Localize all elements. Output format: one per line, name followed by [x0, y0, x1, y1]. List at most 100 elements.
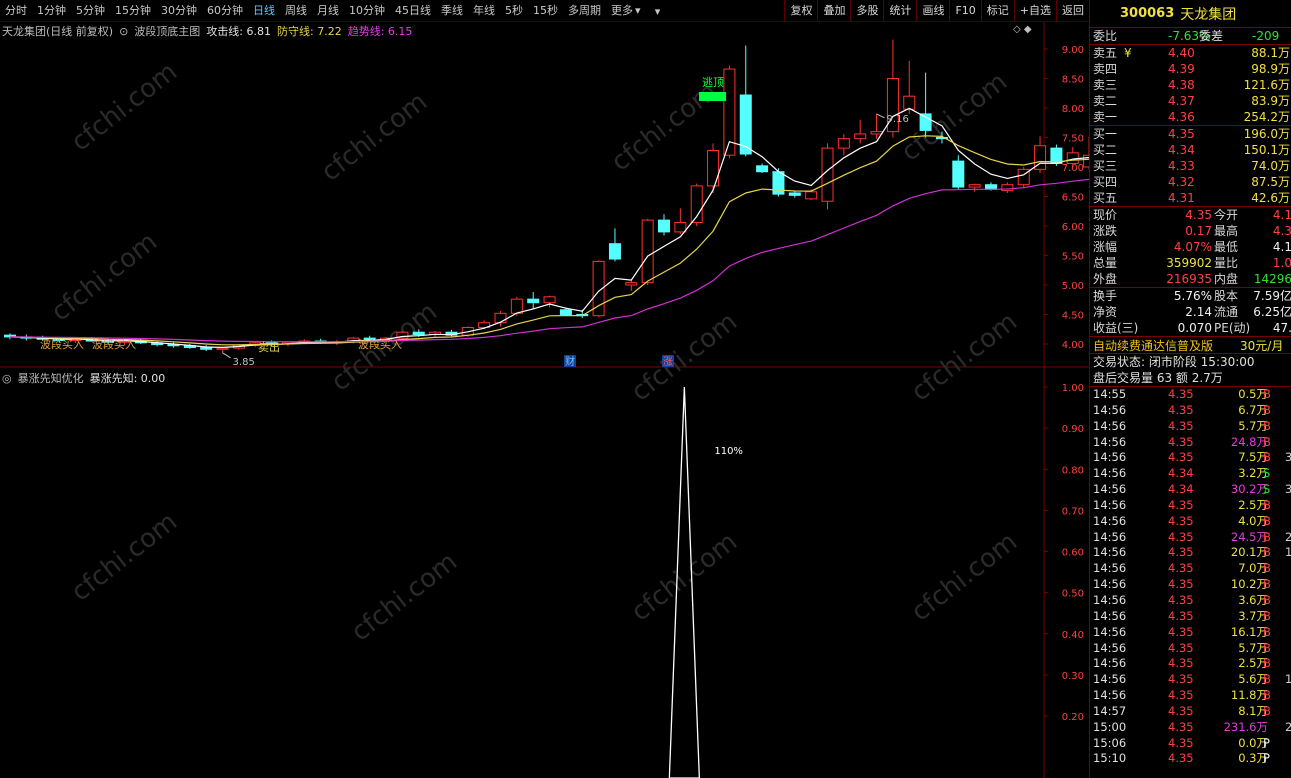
ask-row[interactable]: 卖一 4.36 254.2万 — [1090, 109, 1291, 125]
period-tab-12[interactable]: 年线 — [468, 0, 500, 22]
tick-side: B — [1263, 545, 1271, 560]
stat-row: 涨跌 0.17 最高 4.3 — [1090, 223, 1291, 239]
period-tab-4[interactable]: 30分钟 — [156, 0, 202, 22]
sub-y-tick-label: 0.50 — [1062, 589, 1084, 600]
stat-value: 359902 — [1166, 256, 1212, 270]
period-tab-3[interactable]: 15分钟 — [110, 0, 156, 22]
tick-time: 14:56 — [1093, 592, 1127, 607]
collapse-icon[interactable]: ▾ — [650, 5, 666, 18]
ask-row[interactable]: 卖五 ¥4.40 88.1万 — [1090, 45, 1291, 61]
tick-volume: 2.5万 — [1238, 497, 1268, 512]
stat-value: 5.76% — [1173, 289, 1212, 303]
tick-price: 4.35 — [1168, 640, 1194, 655]
period-tab-2[interactable]: 5分钟 — [71, 0, 110, 22]
toolbar-action-0[interactable]: 复权 — [784, 0, 817, 22]
kline-chart-canvas[interactable]: 9.008.508.007.507.006.506.005.505.004.50… — [0, 22, 1089, 778]
tick-time: 14:56 — [1093, 688, 1127, 703]
tick-side: S — [1263, 482, 1271, 497]
tick-volume: 8.1万 — [1238, 703, 1268, 718]
tick-row: 14:56 4.35 6.7万 B — [1090, 403, 1291, 419]
ask-row[interactable]: 卖四 4.39 98.9万 — [1090, 61, 1291, 77]
ask-price: 4.39 — [1168, 62, 1195, 76]
y-tick-label: 9.00 — [1062, 45, 1084, 56]
ask-row[interactable]: 卖三 4.38 121.6万 — [1090, 77, 1291, 93]
candle-body-up — [854, 133, 867, 140]
ad-text: 自动续费通达信普及版 — [1093, 339, 1214, 353]
ask-row[interactable]: 卖二 4.37 83.9万 — [1090, 93, 1291, 109]
toolbar-action-3[interactable]: 统计 — [883, 0, 916, 22]
toolbar-action-2[interactable]: 多股 — [850, 0, 883, 22]
period-tab-1[interactable]: 1分钟 — [32, 0, 71, 22]
tick-volume: 16.1万 — [1230, 624, 1268, 639]
period-tab-6[interactable]: 日线 — [248, 0, 280, 22]
toolbar-action-1[interactable]: 叠加 — [817, 0, 850, 22]
quote-stats-2: 换手 5.76% 股本 7.59亿 净资 2.14 流通 6.25亿 收益(三) 0.070 PE(… — [1090, 287, 1291, 336]
tick-volume: 7.0万 — [1238, 561, 1268, 576]
tick-price: 4.35 — [1168, 592, 1194, 607]
ask-label: 卖一 — [1093, 110, 1118, 124]
period-tab-11[interactable]: 季线 — [436, 0, 468, 22]
ask-volume: 121.6万 — [1243, 78, 1290, 92]
tick-volume: 3.2万 — [1238, 466, 1268, 481]
period-tab-16[interactable]: 更多 ▾ — [606, 0, 646, 22]
tick-time: 14:56 — [1093, 418, 1127, 433]
stock-code: 300063 — [1120, 6, 1175, 21]
period-tab-10[interactable]: 45日线 — [390, 0, 436, 22]
bid-row[interactable]: 买一 4.35 196.0万 — [1090, 126, 1291, 142]
tick-price: 4.35 — [1168, 672, 1194, 687]
stat-label: PE(动) — [1214, 321, 1251, 335]
tick-side: B — [1263, 640, 1271, 655]
tick-time: 14:56 — [1093, 561, 1127, 576]
bid-label: 买四 — [1093, 175, 1118, 189]
ask-label: 卖三 — [1093, 78, 1118, 92]
tick-row: 14:56 4.34 30.2万S3 — [1090, 482, 1291, 498]
watermark: cfchi.com — [66, 507, 183, 608]
y-tick-label: 6.00 — [1062, 222, 1084, 233]
tick-price: 4.35 — [1168, 545, 1194, 560]
period-tab-9[interactable]: 10分钟 — [344, 0, 390, 22]
period-tab-5[interactable]: 60分钟 — [202, 0, 248, 22]
period-tab-0[interactable]: 分时 — [0, 0, 32, 22]
tick-price: 4.35 — [1168, 703, 1194, 718]
tick-price: 4.35 — [1168, 529, 1194, 544]
toolbar-action-4[interactable]: 画线 — [916, 0, 949, 22]
tick-row: 14:56 4.35 11.8万 B — [1090, 688, 1291, 704]
period-tab-14[interactable]: 15秒 — [528, 0, 563, 22]
toolbar-action-5[interactable]: F10 — [949, 0, 980, 22]
tick-row: 14:56 4.35 5.6万B1 — [1090, 672, 1291, 688]
tick-side: B — [1263, 577, 1271, 592]
subscription-ad[interactable]: 自动续费通达信普及版 30元/月 — [1090, 336, 1291, 354]
candle-body-down — [559, 309, 572, 315]
tick-time: 15:10 — [1093, 751, 1127, 766]
period-tab-8[interactable]: 月线 — [312, 0, 344, 22]
candle-body-up — [870, 131, 883, 135]
period-tab-13[interactable]: 5秒 — [500, 0, 528, 22]
bid-volume: 74.0万 — [1251, 159, 1290, 173]
bid-book: 买一 4.35 196.0万 买二 4.34 150.1万 买三 4.33 74.0万 买四 4.3… — [1090, 125, 1291, 206]
tick-list[interactable]: 14:55 4.35 0.5万 B 14:56 4.35 6.7万 B 14:56 4.35 5.7… — [1090, 386, 1291, 767]
bid-row[interactable]: 买四 4.32 87.5万 — [1090, 174, 1291, 190]
bid-row[interactable]: 买二 4.34 150.1万 — [1090, 142, 1291, 158]
candle-body-up — [216, 347, 229, 350]
toolbar-action-7[interactable]: +自选 — [1013, 0, 1056, 22]
tick-time: 14:56 — [1093, 497, 1127, 512]
tick-volume: 4.0万 — [1238, 513, 1268, 528]
bid-row[interactable]: 买五 4.31 42.6万 — [1090, 190, 1291, 206]
bid-volume: 150.1万 — [1243, 143, 1290, 157]
toolbar-action-6[interactable]: 标记 — [980, 0, 1014, 22]
period-tab-7[interactable]: 周线 — [280, 0, 312, 22]
bid-row[interactable]: 买三 4.33 74.0万 — [1090, 158, 1291, 174]
after-hours-volume: 盘后交易量 63 额 2.7万 — [1093, 371, 1223, 385]
toolbar-action-8[interactable]: 返回 — [1056, 0, 1089, 22]
tick-price: 4.35 — [1168, 387, 1194, 401]
tick-row: 14:56 4.35 5.7万 B — [1090, 419, 1291, 435]
watermark: cfchi.com — [906, 527, 1023, 628]
tick-row: 15:06 4.35 0.0万 P — [1090, 736, 1291, 752]
stat-value: 7.59亿 — [1253, 289, 1291, 303]
candle-body-up — [674, 221, 687, 233]
bid-volume: 87.5万 — [1251, 175, 1290, 189]
stat-label: 总量 — [1093, 256, 1118, 270]
escape-top-label: 逃顶 — [702, 76, 724, 89]
bid-price: 4.33 — [1168, 159, 1195, 173]
period-tab-15[interactable]: 多周期 — [563, 0, 606, 22]
